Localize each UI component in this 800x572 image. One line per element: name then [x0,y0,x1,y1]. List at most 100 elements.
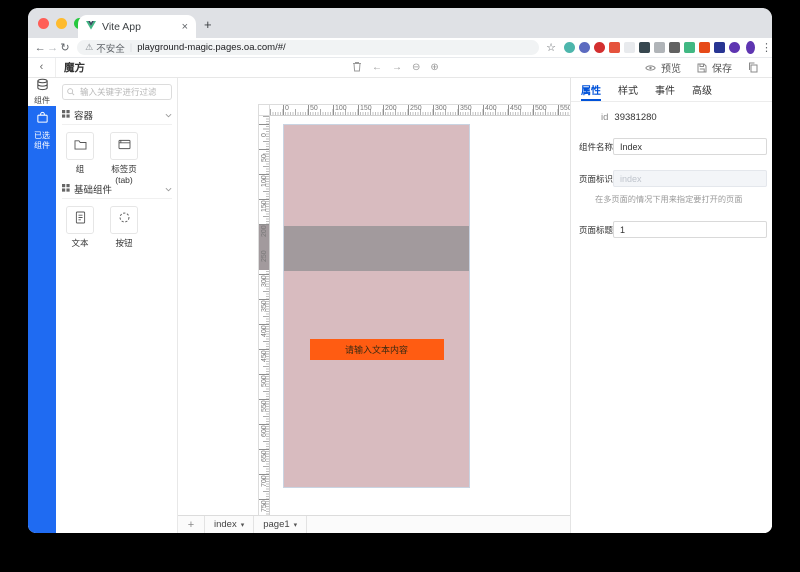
rail-item-label: 组件 [34,97,50,105]
inspector-panel: 属性 样式 事件 高级 id39381280 组件名称 页面标识 在多页面的情况… [570,78,772,533]
extension-icon[interactable] [729,42,740,53]
extension-icon[interactable] [654,42,665,53]
new-tab-button[interactable]: + [204,17,212,32]
tab-title: Vite App [102,21,182,33]
extension-icon[interactable] [579,42,590,53]
copy-icon[interactable] [748,62,758,73]
basic-items: 文本 按钮 [62,206,142,249]
extension-icon[interactable] [714,42,725,53]
zoom-out-icon[interactable]: ⊖ [412,63,420,73]
extension-icons[interactable] [564,42,740,53]
rail-item-selected-components[interactable]: 已选组件 [28,106,56,151]
box-icon [36,111,49,129]
bookmark-star-icon[interactable]: ☆ [546,41,556,54]
component-item-text[interactable]: 文本 [62,206,98,249]
component-item-button[interactable]: 按钮 [106,206,142,249]
field-helper-text: 在多页面的情况下用来指定要打开的页面 [595,193,742,205]
tab-advanced[interactable]: 高级 [692,78,712,101]
grid-icon [62,184,70,195]
security-warning-icon: ⚠ [85,42,93,53]
app-body: 组件 已选组件 容器 [28,78,772,533]
reload-icon[interactable]: ↻ [59,41,71,54]
tab-style[interactable]: 样式 [618,78,638,101]
rail-item-components[interactable]: 组件 [28,78,56,104]
save-button[interactable]: 保存 [712,60,732,75]
section-title: 基础组件 [74,182,165,196]
extension-icon[interactable] [594,42,605,53]
ruler-tick-label: 350 [261,300,268,312]
add-page-button[interactable]: + [178,516,205,533]
field-label: 页面标识 [579,173,613,185]
canvas-button-component[interactable]: 请输入文本内容 [310,339,444,360]
page-title-input[interactable] [613,221,767,238]
id-value: 39381280 [614,112,656,123]
extension-icon[interactable] [609,42,620,53]
id-label: id [601,112,608,123]
forward-icon[interactable]: → [46,42,58,54]
back-icon[interactable]: ← [34,42,46,54]
ruler-tick-label: 250 [261,250,268,262]
database-icon [36,78,49,96]
page-tab-label: index [214,519,237,530]
app-title: 魔方 [64,60,85,75]
component-panel: 容器 组 标签页 (tab) [56,78,178,533]
component-search[interactable] [62,84,172,100]
field-page-title: 页面标题 [579,221,767,238]
delete-icon[interactable] [352,59,362,77]
extension-icon[interactable] [684,42,695,53]
ruler-tick-label: 100 [335,105,347,112]
tab-events[interactable]: 事件 [655,78,675,101]
extension-icon[interactable] [639,42,650,53]
section-header-containers[interactable]: 容器 [62,106,172,125]
ruler-tick-label: 650 [261,450,268,462]
ruler-tick-label: 500 [261,375,268,387]
artboard[interactable]: 请输入文本内容 [283,124,470,488]
v-ruler: 0501001502002503003504004505005506006507… [258,116,270,533]
section-header-basic[interactable]: 基础组件 [62,180,172,199]
component-name-input[interactable] [613,138,767,155]
inspector-tabs: 属性 样式 事件 高级 [571,78,772,102]
design-canvas[interactable]: 050100150200250300350400450500550 050100… [178,78,570,533]
chevron-down-icon[interactable] [165,184,172,195]
field-label: 页面标题 [579,224,613,236]
browser-menu-icon[interactable]: ⋮ [761,41,772,54]
tab-close-icon[interactable]: × [182,21,188,33]
ruler-tick-label: 750 [261,500,268,512]
undo-icon[interactable]: ← [372,63,382,73]
ruler-tick-label: 400 [485,105,497,112]
zoom-in-icon[interactable]: ⊕ [430,63,438,73]
tab-icon [118,137,131,155]
extension-icon[interactable] [564,42,575,53]
tab-properties[interactable]: 属性 [581,78,601,101]
browser-titlebar: Vite App × + [28,8,772,38]
browser-tab[interactable]: Vite App × [78,15,196,38]
url-divider: | [130,42,132,53]
traffic-light[interactable] [38,18,49,29]
profile-avatar[interactable] [746,41,755,54]
text-icon [75,211,86,229]
chevron-down-icon[interactable] [165,110,172,121]
extension-icon[interactable] [669,42,680,53]
extension-icon[interactable] [699,42,710,53]
search-input[interactable] [78,86,167,98]
ruler-tick-label: 350 [460,105,472,112]
component-item-tab[interactable]: 标签页 (tab) [106,132,142,186]
canvas-toolbar: ← → ⊖ ⊕ [352,58,439,77]
ruler-tick-label: 50 [261,154,268,162]
h-ruler: 050100150200250300350400450500550 [270,104,570,116]
ruler-tick-label: 450 [261,350,268,362]
browser-window: Vite App × + ← → ↻ ⚠ 不安全 | playground-ma… [28,8,772,533]
page-tab-page1[interactable]: page1 ▾ [254,516,307,533]
redo-icon[interactable]: → [392,63,402,73]
extension-icon[interactable] [624,42,635,53]
address-bar[interactable]: ⚠ 不安全 | playground-magic.pages.oa.com/#/ [77,40,539,55]
traffic-light[interactable] [56,18,67,29]
component-item-group[interactable]: 组 [62,132,98,186]
preview-icon [645,64,656,72]
page-tab-index[interactable]: index ▾ [205,516,254,533]
collapse-panel-button[interactable]: ‹ [28,58,56,77]
ruler-tick-label: 600 [261,425,268,437]
selected-component-band[interactable]: 请输入文本内容 [284,226,469,271]
preview-button[interactable]: 预览 [661,60,681,75]
ruler-tick-label: 0 [261,133,268,137]
